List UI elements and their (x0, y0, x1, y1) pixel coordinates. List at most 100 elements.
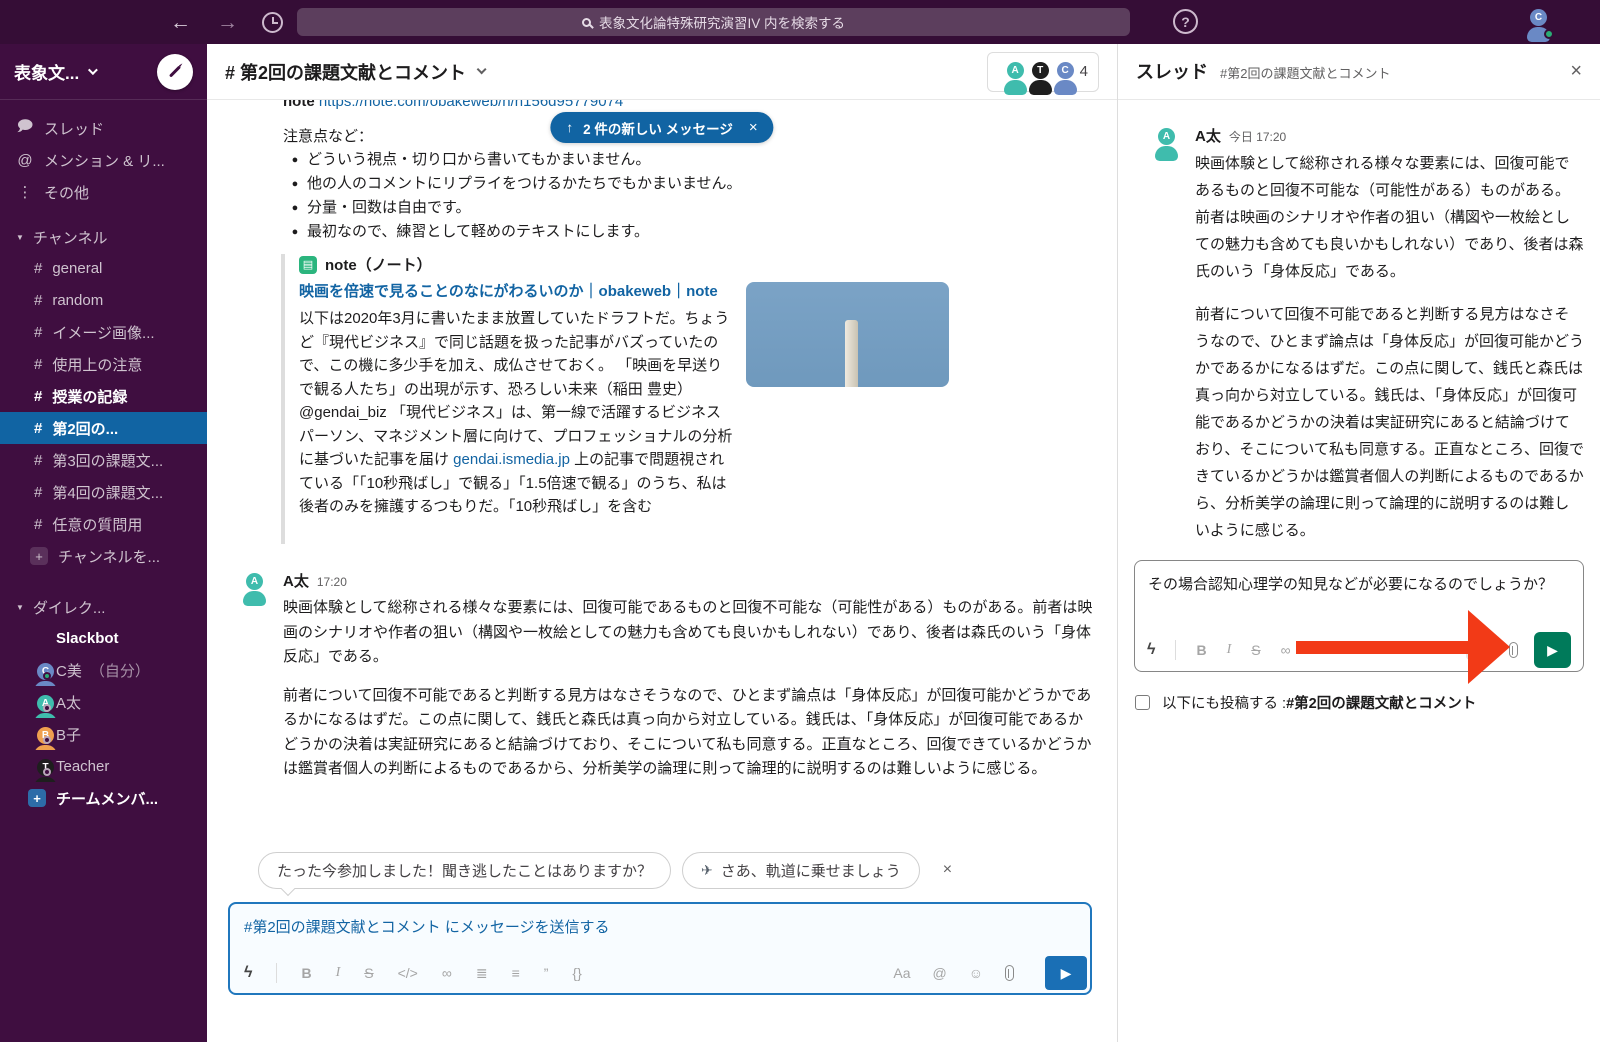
sidebar-channel-session4[interactable]: #第4回の課題文... (0, 476, 207, 508)
compose-button[interactable] (157, 54, 193, 90)
workspace-header[interactable]: 表象文... (0, 44, 207, 100)
sidebar-channel-usage[interactable]: #使用上の注意 (0, 348, 207, 380)
hash-icon: # (34, 292, 42, 309)
close-icon[interactable]: × (749, 119, 758, 136)
history-forward-icon[interactable]: → (217, 12, 238, 33)
thread-channel-name[interactable]: #第2回の課題文献とコメント (1220, 63, 1390, 82)
channel-title[interactable]: # 第2回の課題文献とコメント (225, 59, 466, 85)
send-button[interactable]: ▶ (1045, 956, 1087, 990)
strikethrough-icon[interactable]: S (364, 966, 373, 980)
suggestion-pill-2[interactable]: ✈ さあ、軌道に乗せましょう (682, 852, 920, 889)
user-avatar[interactable]: C (1521, 6, 1551, 36)
sidebar-item-threads[interactable]: 🗩 スレッド (0, 112, 207, 144)
suggestion-pill-1[interactable]: たった今参加しました！聞き逃したことはありますか？ (258, 852, 671, 889)
mentions-icon: @ (16, 152, 34, 169)
top-bar: ← → 表象文化論特殊研究演習IV 内を検索する ? C (0, 0, 1600, 44)
divider (1175, 640, 1176, 660)
dm-b-ko[interactable]: B B子 (0, 718, 207, 750)
attach-icon[interactable] (1005, 965, 1014, 981)
triangle-down-icon: ▼ (16, 603, 24, 612)
hash-icon: # (34, 260, 42, 277)
presence-online-dot (43, 672, 51, 680)
also-send-channel[interactable]: #第2回の課題文献とコメント (1286, 696, 1476, 712)
sidebar-channel-random[interactable]: #random (0, 284, 207, 316)
chevron-down-icon (88, 65, 98, 75)
italic-icon[interactable]: I (336, 966, 341, 980)
plus-icon: + (28, 789, 46, 807)
message-author[interactable]: A太 (1195, 125, 1221, 146)
history-back-icon[interactable]: ← (170, 12, 191, 33)
ordered-list-icon[interactable]: ≣ (476, 966, 488, 980)
reply-draft-text[interactable]: その場合認知心理学の知見などが必要になるのでしょうか？ (1135, 561, 1583, 597)
emoji-icon[interactable]: ☺ (969, 966, 983, 980)
thread-reply-composer[interactable]: その場合認知心理学の知見などが必要になるのでしょうか？ ϟ B I S ∞ Aa… (1134, 560, 1584, 672)
new-messages-banner[interactable]: ↑ 2 件の新しい メッセージ × (550, 112, 773, 143)
takeoff-icon: ✈ (701, 862, 713, 879)
search-input[interactable]: 表象文化論特殊研究演習IV 内を検索する (297, 8, 1130, 36)
dm-slackbot[interactable]: Slackbot (0, 622, 207, 654)
message: A A太 17:20 映画体験として総称される様々な要素には、回復可能であるもの… (237, 570, 1097, 782)
unfurl-thumbnail-image[interactable] (746, 282, 949, 387)
sidebar-item-mentions[interactable]: @ メンション & リ... (0, 144, 207, 176)
attach-icon[interactable] (1509, 642, 1518, 658)
blockquote-icon[interactable]: ” (544, 966, 549, 980)
code-icon[interactable]: </> (398, 966, 418, 980)
message-avatar[interactable]: A (237, 570, 273, 606)
bold-icon[interactable]: B (1196, 643, 1206, 657)
message-avatar[interactable]: A (1149, 125, 1185, 161)
member-avatar: C (1048, 59, 1070, 85)
member-list-button[interactable]: A T C 4 (987, 52, 1099, 92)
add-team-members-button[interactable]: + チームメンバ... (0, 782, 207, 814)
also-send-row: 以下にも投稿する :#第2回の課題文献とコメント (1135, 692, 1476, 713)
sidebar-channel-questions[interactable]: #任意の質問用 (0, 508, 207, 540)
send-button[interactable]: ▶ (1534, 632, 1571, 668)
history-clock-icon[interactable] (262, 12, 283, 33)
search-placeholder: 表象文化論特殊研究演習IV 内を検索する (599, 12, 845, 32)
sidebar-channel-session3[interactable]: #第3回の課題文... (0, 444, 207, 476)
link-icon[interactable]: ∞ (442, 966, 452, 980)
unfurl-title-link[interactable]: 映画を倍速で見ることのなにがわるいのか｜obakeweb｜note (299, 279, 739, 304)
composer-placeholder[interactable]: #第2回の課題文献とコメント にメッセージを送信する (230, 904, 1090, 949)
sidebar-channel-image[interactable]: #イメージ画像... (0, 316, 207, 348)
message-paragraph: 前者について回復不可能であると判断する見方はなさそうなので、ひとまず論点は「身体… (1195, 301, 1584, 544)
sidebar-item-more[interactable]: ⋮ その他 (0, 176, 207, 208)
dm-section-header[interactable]: ▼ ダイレク... (0, 592, 207, 622)
dm-c-mi-self[interactable]: C C美 （自分） (0, 654, 207, 686)
note-url-link[interactable]: https://note.com/obakeweb/n/n156d9577907… (319, 100, 623, 110)
presence-offline-dot (43, 768, 51, 776)
sidebar-channel-session2-selected[interactable]: #第2回の... (0, 412, 207, 444)
sidebar-channel-general[interactable]: #general (0, 252, 207, 284)
dm-a-ta[interactable]: A A太 (0, 686, 207, 718)
text-format-icon[interactable]: Aa (1466, 640, 1493, 660)
hash-icon: # (34, 420, 42, 437)
avatar: C (28, 660, 48, 680)
code-block-icon[interactable]: {} (572, 966, 581, 980)
composer-toolbar: ϟ B I S </> ∞ ≣ ≡ ” {} Aa @ ☺ (230, 953, 1090, 993)
message-timestamp[interactable]: 今日 17:20 (1229, 128, 1286, 145)
sidebar-channel-class-record[interactable]: #授業の記録 (0, 380, 207, 412)
link-icon[interactable]: ∞ (1281, 643, 1291, 657)
shortcuts-icon[interactable]: ϟ (244, 965, 252, 981)
add-channel-button[interactable]: + チャンネルを... (0, 540, 207, 572)
message-timestamp[interactable]: 17:20 (317, 575, 347, 589)
bold-icon[interactable]: B (301, 966, 311, 980)
message-composer[interactable]: #第2回の課題文献とコメント にメッセージを送信する ϟ B I S </> ∞… (228, 902, 1092, 995)
close-icon[interactable]: × (1570, 60, 1582, 83)
gendai-link[interactable]: gendai.ismedia.jp (453, 451, 570, 468)
text-format-icon[interactable]: Aa (893, 966, 910, 980)
message-author[interactable]: A太 (283, 570, 309, 591)
help-icon[interactable]: ? (1173, 9, 1198, 34)
italic-icon[interactable]: I (1227, 643, 1232, 657)
close-icon[interactable]: × (943, 861, 952, 879)
also-send-checkbox[interactable] (1135, 695, 1150, 710)
chevron-down-icon (477, 64, 487, 74)
bullet-list-icon[interactable]: ≡ (512, 966, 520, 980)
mention-icon[interactable]: @ (932, 966, 946, 980)
avatar: T (28, 756, 48, 776)
strikethrough-icon[interactable]: S (1251, 643, 1260, 657)
dm-teacher[interactable]: T Teacher (0, 750, 207, 782)
send-icon: ▶ (1061, 965, 1072, 982)
channels-section-header[interactable]: ▼ チャンネル (0, 222, 207, 252)
shortcuts-icon[interactable]: ϟ (1147, 642, 1155, 658)
unfurl-description: 以下は2020年3月に書いたまま放置していたドラフトだ。ちょうど『現代ビジネス』… (299, 307, 735, 519)
